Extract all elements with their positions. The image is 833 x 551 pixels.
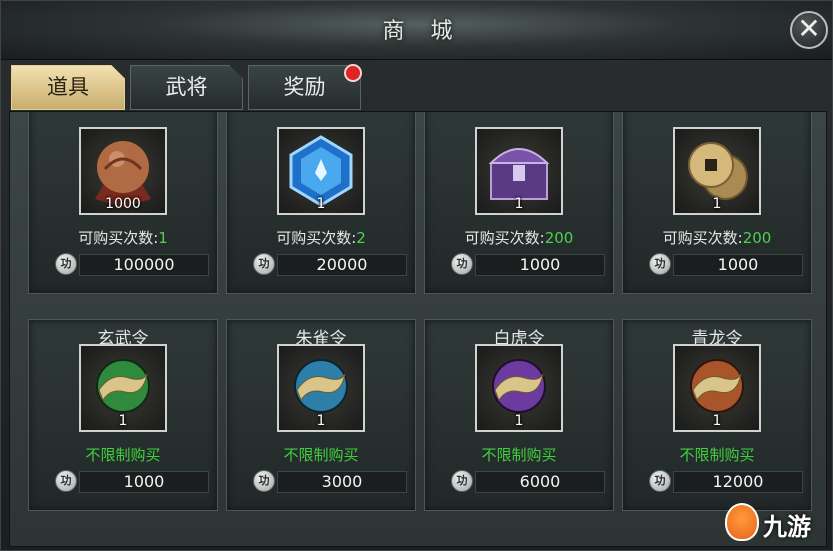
item-price: 3000	[277, 471, 407, 493]
price-row: 功 6000	[451, 470, 607, 494]
item-price: 1000	[673, 254, 803, 276]
merit-currency-icon: 功	[55, 470, 77, 492]
tab-generals[interactable]: 武将	[130, 65, 243, 110]
shop-item-card[interactable]: 1 可购买次数:200 功 1000	[622, 112, 812, 294]
blue-token-icon: 1	[277, 344, 365, 432]
price-row: 功 12000	[649, 470, 805, 494]
close-button[interactable]: ✕	[790, 11, 828, 49]
shop-item-card[interactable]: 白虎令 1 不限制购买 功 6000	[424, 319, 614, 511]
window-title: 商城	[382, 19, 479, 44]
blue-crystal-icon: 1	[277, 127, 365, 215]
item-quantity: 1	[712, 413, 722, 429]
tab-items[interactable]: 道具	[11, 65, 125, 110]
merit-currency-icon: 功	[451, 253, 473, 275]
purchase-limit: 不限制购买	[283, 446, 359, 464]
shop-item-card[interactable]: 1 可购买次数:200 功 1000	[424, 112, 614, 294]
item-quantity: 1	[118, 413, 128, 429]
item-price: 100000	[79, 254, 209, 276]
mascot-icon	[725, 503, 759, 541]
purchase-limit: 可购买次数:1	[78, 229, 168, 247]
watermark-text: 九游	[763, 513, 811, 541]
item-quantity: 1	[514, 196, 524, 212]
item-price: 20000	[277, 254, 407, 276]
shop-item-card[interactable]: 1000 可购买次数:1 功 100000	[28, 112, 218, 294]
purchase-limit: 可购买次数:2	[276, 229, 366, 247]
copper-coins-icon: 1	[673, 127, 761, 215]
merit-currency-icon: 功	[649, 470, 671, 492]
merit-currency-icon: 功	[253, 253, 275, 275]
shop-item-card[interactable]: 朱雀令 1 不限制购买 功 3000	[226, 319, 416, 511]
purchase-limit: 可购买次数:200	[662, 229, 772, 247]
shop-item-card[interactable]: 玄武令 1 不限制购买 功 1000	[28, 319, 218, 511]
price-row: 功 3000	[253, 470, 409, 494]
purchase-limit: 不限制购买	[481, 446, 557, 464]
purchase-limit: 不限制购买	[679, 446, 755, 464]
shop-window: 商城 ✕ 道具 武将 奖励 1000 可购买次数:1 功 100000 1 可购…	[0, 0, 833, 551]
purple-token-icon: 1	[475, 344, 563, 432]
dragon-ball-icon: 1000	[79, 127, 167, 215]
site-watermark: 九游	[725, 501, 825, 545]
price-row: 功 100000	[55, 253, 211, 277]
item-quantity: 1	[514, 413, 524, 429]
item-price: 12000	[673, 471, 803, 493]
merit-currency-icon: 功	[55, 253, 77, 275]
purchase-limit: 可购买次数:200	[464, 229, 574, 247]
item-price: 6000	[475, 471, 605, 493]
notification-badge	[344, 64, 362, 82]
price-row: 功 1000	[451, 253, 607, 277]
purple-chest-icon: 1	[475, 127, 563, 215]
item-quantity: 1	[316, 196, 326, 212]
price-row: 功 1000	[55, 470, 211, 494]
item-price: 1000	[475, 254, 605, 276]
shop-item-card[interactable]: 青龙令 1 不限制购买 功 12000	[622, 319, 812, 511]
merit-currency-icon: 功	[253, 470, 275, 492]
item-quantity: 1	[712, 196, 722, 212]
green-token-icon: 1	[79, 344, 167, 432]
item-quantity: 1	[316, 413, 326, 429]
item-grid-panel: 1000 可购买次数:1 功 100000 1 可购买次数:2 功 20000 …	[9, 111, 827, 547]
price-row: 功 1000	[649, 253, 805, 277]
title-bar: 商城	[1, 1, 832, 60]
shop-item-card[interactable]: 1 可购买次数:2 功 20000	[226, 112, 416, 294]
item-quantity: 1000	[105, 196, 141, 212]
merit-currency-icon: 功	[451, 470, 473, 492]
orange-token-icon: 1	[673, 344, 761, 432]
item-price: 1000	[79, 471, 209, 493]
merit-currency-icon: 功	[649, 253, 671, 275]
price-row: 功 20000	[253, 253, 409, 277]
purchase-limit: 不限制购买	[85, 446, 161, 464]
